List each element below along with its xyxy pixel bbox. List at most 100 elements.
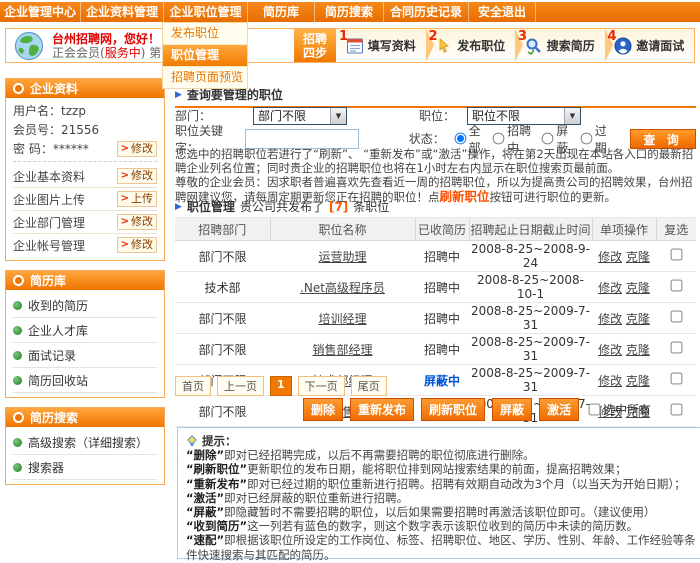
page: 企业管理中心 企业资料管理 企业职位管理 简历库 简历搜索 合同历史记录 安全退… — [0, 0, 700, 563]
next-page-button[interactable]: 下一页 — [298, 376, 345, 396]
form-icon — [346, 37, 364, 55]
step-search-resume[interactable]: 3 搜索简历 — [515, 29, 605, 62]
clone-link[interactable]: 克隆 — [626, 343, 650, 357]
job-name-link[interactable]: 运营助理 — [318, 250, 366, 264]
step-number: 2 — [429, 29, 438, 44]
nav-tab-company-center[interactable]: 企业管理中心 — [0, 2, 81, 22]
prev-page-button[interactable]: 上一页 — [217, 376, 264, 396]
tip-block: “屏蔽”即隐藏暂时不需要招聘的职位，以后如果需要招聘时再激活该职位即可。（建议使… — [186, 505, 699, 519]
row-checkbox[interactable] — [670, 311, 682, 323]
step-publish-job[interactable]: 2 发布职位 — [426, 29, 516, 62]
sidebar-item-company-basic-info[interactable]: 企业基本资料 >修改 — [13, 165, 157, 188]
job-status: 招聘中 — [415, 272, 469, 303]
modify-link[interactable]: 修改 — [598, 343, 622, 357]
tips-title: 提示： — [202, 434, 237, 448]
sidebar-item-advanced-search[interactable]: 高级搜索（详细搜索） — [13, 430, 157, 455]
row-checkbox[interactable] — [670, 373, 682, 385]
sidebar: 企业资料 用户名：tzzp 会员号：21556 密 码：****** >修改 企… — [5, 78, 165, 494]
bullseye-icon — [13, 412, 24, 423]
modify-account-button[interactable]: >修改 — [117, 237, 157, 253]
search-button[interactable]: 查 询 — [630, 129, 696, 149]
sidebar-item-search-agent[interactable]: 搜索器 — [13, 455, 157, 480]
menu-item-job-management[interactable]: 职位管理 — [163, 45, 247, 67]
modify-link[interactable]: 修改 — [598, 281, 622, 295]
job-management-menu: 发布职位 职位管理 招聘页面预览 — [162, 22, 248, 89]
sidebar-item-received-resumes[interactable]: 收到的简历 — [13, 293, 157, 318]
clone-link[interactable]: 克隆 — [626, 312, 650, 326]
sidebar-item-resume-recycle-bin[interactable]: 简历回收站 — [13, 368, 157, 393]
block-button[interactable]: 屏蔽 — [492, 398, 532, 421]
step-number: 1 — [339, 29, 348, 44]
job-name-link[interactable]: .Net高级程序员 — [300, 281, 385, 295]
nav-tab-company-profile[interactable]: 企业资料管理 — [81, 2, 164, 22]
sidebar-item-account-management[interactable]: 企业帐号管理 >修改 — [13, 234, 157, 256]
job-name-link[interactable]: 培训经理 — [318, 312, 366, 326]
modify-link[interactable]: 修改 — [598, 374, 622, 388]
table-row: 技术部 .Net高级程序员 招聘中 2008-8-25~2008-10-1 修改… — [175, 272, 696, 303]
bullseye-icon — [13, 275, 24, 286]
section-title: 简历搜索 — [30, 409, 78, 426]
green-arrow-icon — [13, 463, 22, 472]
tip-refresh: “刷新职位”更新职位的发布日期，能将职位排到网站搜索结果的前面，提高招聘效果； — [186, 462, 699, 476]
job-date: 2008-8-25~2009-7-31 — [469, 303, 592, 334]
step-fill-profile[interactable]: 1 填写资料 — [336, 29, 426, 62]
membership-status: 服务中 — [105, 46, 141, 60]
notice-refresh-info: 您选中的招聘职位若进行了“刷新”、 “重新发布”或“激活”操作，将在第2天出现在… — [175, 148, 696, 175]
row-checkbox[interactable] — [670, 404, 682, 416]
modify-password-button[interactable]: >修改 — [117, 141, 157, 157]
step-invite-interview[interactable]: 4 邀请面试 — [605, 29, 695, 62]
activate-button[interactable]: 激活 — [539, 398, 579, 421]
menu-item-recruit-page-preview[interactable]: 招聘页面预览 — [163, 67, 247, 88]
row-checkbox[interactable] — [670, 342, 682, 354]
row-checkbox[interactable] — [670, 280, 682, 292]
nav-tab-contract-history[interactable]: 合同历史记录 — [384, 2, 469, 22]
modify-basic-info-button[interactable]: >修改 — [117, 168, 157, 184]
nav-tab-logout[interactable]: 安全退出 — [469, 2, 536, 22]
job-date: 2008-8-25~2008-9-24 — [469, 241, 592, 272]
select-all[interactable]: 选中所有 — [586, 401, 651, 418]
clone-link[interactable]: 克隆 — [626, 281, 650, 295]
brand-box: 台州招聘网，您好！ 正会会员(服务中) 第2365 — [6, 29, 294, 62]
radio-all-input[interactable] — [454, 133, 466, 145]
nav-tab-resume-library[interactable]: 简历库 — [248, 2, 315, 22]
green-arrow-icon — [13, 301, 22, 310]
tip-quick-match: “速配”即根据该职位所设定的工作岗位、标签、招聘职位、地区、学历、性别、年龄、工… — [186, 533, 699, 561]
current-page-button[interactable]: 1 — [270, 376, 292, 396]
job-dept: 技术部 — [175, 272, 270, 303]
radio-blocked-input[interactable] — [542, 133, 554, 145]
radio-expired-input[interactable] — [580, 133, 592, 145]
menu-item-publish-job[interactable]: 发布职位 — [163, 23, 247, 45]
sidebar-item-department-management[interactable]: 企业部门管理 >修改 — [13, 211, 157, 234]
nav-filler — [536, 2, 700, 22]
company-profile-header: 企业资料 — [6, 79, 164, 98]
republish-button[interactable]: 重新发布 — [350, 398, 414, 421]
triangle-icon: ▶ — [175, 202, 182, 212]
modify-link[interactable]: 修改 — [598, 250, 622, 264]
delete-button[interactable]: 删除 — [303, 398, 343, 421]
last-page-button[interactable]: 尾页 — [351, 376, 387, 396]
nav-tab-resume-search[interactable]: 简历搜索 — [315, 2, 384, 22]
lightbulb-icon — [186, 435, 198, 448]
green-arrow-icon — [13, 438, 22, 447]
nav-tab-job-management[interactable]: 企业职位管理 — [164, 2, 248, 22]
sidebar-item-talent-pool[interactable]: 企业人才库 — [13, 318, 157, 343]
company-profile-box: 企业资料 用户名：tzzp 会员号：21556 密 码：****** >修改 企… — [5, 78, 165, 261]
radio-recruiting-input[interactable] — [493, 133, 505, 145]
clone-link[interactable]: 克隆 — [626, 250, 650, 264]
sidebar-item-company-image-upload[interactable]: 企业图片上传 >上传 — [13, 188, 157, 211]
row-checkbox[interactable] — [670, 249, 682, 261]
modify-link[interactable]: 修改 — [598, 312, 622, 326]
job-name-link[interactable]: 销售部经理 — [312, 343, 372, 357]
select-all-checkbox[interactable] — [589, 404, 601, 416]
pagination: 首页 上一页 1 下一页 尾页 — [175, 376, 387, 396]
job-dept: 部门不限 — [175, 303, 270, 334]
first-page-button[interactable]: 首页 — [175, 376, 211, 396]
keyword-input[interactable] — [245, 129, 359, 149]
sidebar-item-interview-records[interactable]: 面试记录 — [13, 343, 157, 368]
table-row: 部门不限 培训经理 招聘中 2008-8-25~2009-7-31 修改 克隆 — [175, 303, 696, 334]
refresh-job-button[interactable]: 刷新职位 — [421, 398, 485, 421]
modify-department-button[interactable]: >修改 — [117, 214, 157, 230]
dept-select[interactable]: 部门不限 ▼ — [253, 107, 347, 125]
upload-image-button[interactable]: >上传 — [117, 191, 157, 207]
clone-link[interactable]: 克隆 — [626, 374, 650, 388]
